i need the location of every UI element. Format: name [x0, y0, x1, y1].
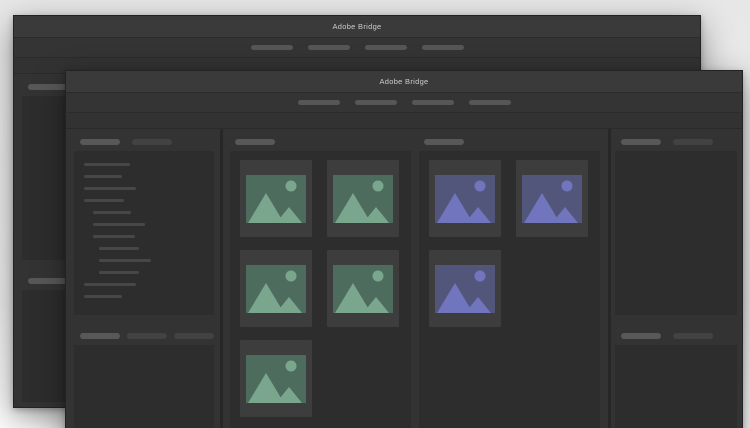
image-placeholder-icon — [333, 174, 393, 223]
panel-tab-placeholder[interactable] — [235, 139, 275, 145]
toolbar-button-placeholder[interactable] — [250, 45, 293, 50]
folder-tree-item-placeholder[interactable] — [93, 211, 131, 214]
folder-tree-item-placeholder[interactable] — [93, 235, 135, 238]
folders-panel — [74, 151, 214, 315]
panel-tab-placeholder[interactable] — [621, 139, 661, 145]
panel-tab-placeholder[interactable] — [174, 333, 214, 339]
folder-tree-item-placeholder[interactable] — [99, 271, 139, 274]
right-sidebar-bottom-tabs — [615, 333, 737, 339]
toolbar-button-placeholder[interactable] — [307, 45, 350, 50]
panel-tab-placeholder[interactable] — [621, 333, 661, 339]
sun-shape — [561, 180, 573, 191]
image-placeholder-icon — [522, 174, 582, 223]
green-collection-panel — [230, 151, 411, 428]
sun-shape — [372, 180, 384, 191]
left-sidebar-tabs — [74, 139, 214, 145]
toolbar-button-placeholder[interactable] — [468, 100, 511, 105]
left-sidebar-bottom-tabs — [74, 333, 214, 339]
preview-panel — [615, 151, 737, 315]
panel-tab-placeholder[interactable] — [673, 139, 713, 145]
thumbnail-card[interactable] — [429, 250, 501, 327]
right-sidebar — [611, 129, 742, 428]
sun-shape — [372, 270, 384, 281]
toolbar-button-placeholder[interactable] — [411, 100, 454, 105]
metadata-panel — [615, 345, 737, 428]
thumbnail-groups — [223, 129, 608, 428]
group-purple-collection — [419, 129, 600, 428]
panel-tab-placeholder[interactable] — [28, 84, 68, 90]
path-bar — [66, 113, 742, 129]
sun-shape — [285, 360, 297, 371]
panel-tab-placeholder[interactable] — [132, 139, 172, 145]
thumbnail-card[interactable] — [429, 160, 501, 237]
image-placeholder-icon — [435, 174, 495, 223]
folder-tree-item-placeholder[interactable] — [84, 199, 124, 202]
toolbar — [14, 38, 700, 58]
thumbnail-grid — [240, 160, 401, 417]
group-tab-row — [419, 139, 600, 145]
window-title: Adobe Bridge — [379, 77, 429, 86]
thumbnail-card[interactable] — [327, 250, 399, 327]
folder-tree-item-placeholder[interactable] — [84, 187, 136, 190]
bridge-window-front: Adobe Bridge — [65, 70, 743, 428]
image-placeholder-icon — [246, 174, 306, 223]
panel-tab-placeholder[interactable] — [424, 139, 464, 145]
thumbnail-card[interactable] — [327, 160, 399, 237]
panel-tab-placeholder[interactable] — [28, 278, 68, 284]
folder-tree-item-placeholder[interactable] — [93, 223, 145, 226]
folder-tree-item-placeholder[interactable] — [99, 259, 151, 262]
thumbnail-card[interactable] — [240, 340, 312, 417]
sun-shape — [285, 180, 297, 191]
toolbar-button-placeholder[interactable] — [297, 100, 340, 105]
group-green-collection — [230, 129, 411, 428]
toolbar-button-placeholder[interactable] — [364, 45, 407, 50]
panel-tab-placeholder[interactable] — [80, 333, 120, 339]
image-placeholder-icon — [435, 264, 495, 313]
folder-tree-item-placeholder[interactable] — [84, 295, 122, 298]
thumbnail-grid — [429, 160, 590, 327]
folder-tree-item-placeholder[interactable] — [84, 175, 122, 178]
sun-shape — [285, 270, 297, 281]
window-title: Adobe Bridge — [332, 22, 382, 31]
thumbnail-card[interactable] — [240, 250, 312, 327]
sun-shape — [474, 270, 486, 281]
right-sidebar-tabs — [615, 139, 737, 145]
panel-tab-placeholder[interactable] — [673, 333, 713, 339]
group-tab-row — [230, 139, 411, 145]
filter-panel — [74, 345, 214, 428]
folder-tree-item-placeholder[interactable] — [99, 247, 139, 250]
content-area — [66, 129, 742, 428]
toolbar-button-placeholder[interactable] — [421, 45, 464, 50]
thumbnail-card[interactable] — [516, 160, 588, 237]
toolbar — [66, 93, 742, 113]
toolbar-button-placeholder[interactable] — [354, 100, 397, 105]
folder-tree-item-placeholder[interactable] — [84, 283, 136, 286]
image-placeholder-icon — [246, 354, 306, 403]
title-bar[interactable]: Adobe Bridge — [66, 71, 742, 93]
folder-tree-item-placeholder[interactable] — [84, 163, 130, 166]
title-bar[interactable]: Adobe Bridge — [14, 16, 700, 38]
image-placeholder-icon — [246, 264, 306, 313]
sun-shape — [474, 180, 486, 191]
desktop-background: Adobe Bridge Adobe Bridge — [0, 0, 750, 428]
panel-tab-placeholder[interactable] — [127, 333, 167, 339]
image-placeholder-icon — [333, 264, 393, 313]
panel-tab-placeholder[interactable] — [80, 139, 120, 145]
purple-collection-panel — [419, 151, 600, 428]
thumbnail-card[interactable] — [240, 160, 312, 237]
left-sidebar — [66, 129, 220, 428]
